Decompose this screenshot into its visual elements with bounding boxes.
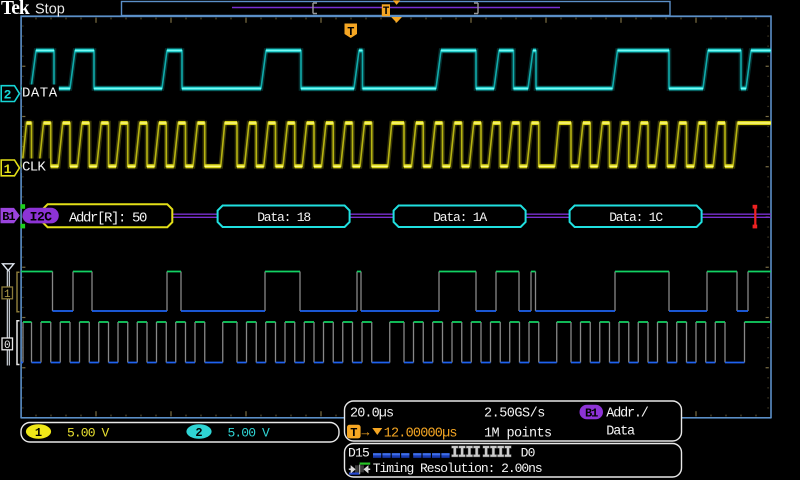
svg-text:1M points: 1M points <box>484 427 552 442</box>
svg-text:B1: B1 <box>2 210 15 224</box>
svg-text:Data: 1A: Data: 1A <box>433 210 487 225</box>
svg-text:5.00 V: 5.00 V <box>67 426 110 441</box>
svg-text:T: T <box>383 6 390 18</box>
svg-text:5.00 V: 5.00 V <box>228 426 271 441</box>
svg-text:12.00000µs: 12.00000µs <box>384 427 457 442</box>
svg-text:2: 2 <box>4 88 12 103</box>
svg-text:D0: D0 <box>521 446 535 461</box>
svg-text:Tek: Tek <box>1 0 30 19</box>
svg-text:D15: D15 <box>348 446 369 461</box>
svg-text:0: 0 <box>4 340 11 352</box>
svg-text:T: T <box>350 426 357 440</box>
svg-text:1: 1 <box>4 162 12 177</box>
svg-text:Data: Data <box>606 425 635 440</box>
svg-text:Addr[R]: 50: Addr[R]: 50 <box>69 211 147 227</box>
svg-text:Timing Resolution: 2.00ns: Timing Resolution: 2.00ns <box>373 461 542 476</box>
svg-text:20.0µs: 20.0µs <box>350 407 393 422</box>
svg-text:B1: B1 <box>585 406 598 420</box>
svg-text:CLK: CLK <box>22 160 46 176</box>
svg-text:2.50GS/s: 2.50GS/s <box>484 407 545 422</box>
svg-text:Addr./: Addr./ <box>606 407 649 422</box>
svg-text:1: 1 <box>4 289 11 301</box>
svg-text:1: 1 <box>35 426 42 440</box>
svg-text:Stop: Stop <box>35 2 65 18</box>
svg-text:Data: 18: Data: 18 <box>257 210 310 225</box>
svg-text:2: 2 <box>195 426 202 440</box>
svg-text:T: T <box>347 25 354 39</box>
svg-text:Data: 1C: Data: 1C <box>609 210 663 225</box>
svg-text:→: → <box>362 425 370 440</box>
svg-text:I2C: I2C <box>30 209 53 224</box>
svg-text:DATA: DATA <box>22 86 58 102</box>
